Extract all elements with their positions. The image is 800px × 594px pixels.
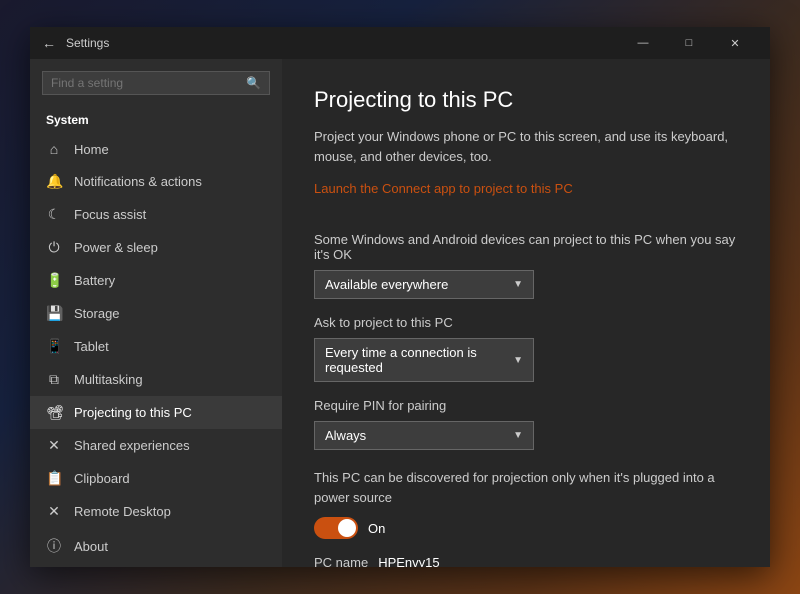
sidebar-item-multitasking[interactable]: ⧉ Multitasking [30,363,282,396]
sidebar-item-label: Shared experiences [74,438,190,453]
back-button[interactable]: ← [42,35,56,51]
sidebar: 🔍 System ⌂ Home 🔔 Notifications & action… [30,59,282,567]
sidebar-item-label: Power & sleep [74,240,158,255]
toggle-label: On [368,521,385,536]
chevron-down-icon: ▼ [513,279,523,290]
remote-icon: ✕ [46,503,62,520]
pin-dropdown[interactable]: Always ▼ [314,421,534,450]
chevron-down-icon-2: ▼ [513,355,523,366]
projecting-icon: 📽 [46,404,62,421]
sidebar-item-label: Storage [74,306,120,321]
shared-icon: ✕ [46,437,62,454]
pin-label: Require PIN for pairing [314,398,738,413]
pc-name-row: PC name HPEnvy15 [314,555,738,567]
sidebar-item-shared[interactable]: ✕ Shared experiences [30,429,282,462]
close-button[interactable]: ✕ [712,27,758,59]
page-title: Projecting to this PC [314,87,738,113]
toggle-knob [338,519,356,537]
ask-label: Ask to project to this PC [314,315,738,330]
sidebar-item-tablet[interactable]: 📱 Tablet [30,330,282,363]
titlebar: ← Settings — □ ✕ [30,27,770,59]
sidebar-item-home[interactable]: ⌂ Home [30,133,282,165]
sidebar-item-clipboard[interactable]: 📋 Clipboard [30,462,282,495]
availability-value: Available everywhere [325,277,448,292]
sidebar-item-battery[interactable]: 🔋 Battery [30,264,282,297]
availability-dropdown[interactable]: Available everywhere ▼ [314,270,534,299]
power-icon: ⏻ [46,239,62,256]
power-toggle[interactable] [314,517,358,539]
maximize-button[interactable]: □ [666,27,712,59]
tablet-icon: 📱 [46,338,62,355]
home-icon: ⌂ [46,141,62,157]
window-title: Settings [66,36,620,50]
sidebar-item-label: Focus assist [74,207,146,222]
sidebar-item-label: Projecting to this PC [74,405,192,420]
sidebar-item-power[interactable]: ⏻ Power & sleep [30,231,282,264]
focus-icon: ☾ [46,206,62,223]
sidebar-item-label: Notifications & actions [74,174,202,189]
chevron-down-icon-3: ▼ [513,430,523,441]
about-icon: ⓘ [46,536,62,556]
multitasking-icon: ⧉ [46,371,62,388]
minimize-button[interactable]: — [620,27,666,59]
sidebar-item-projecting[interactable]: 📽 Projecting to this PC [30,396,282,429]
page-description: Project your Windows phone or PC to this… [314,127,738,166]
sidebar-item-label: Clipboard [74,471,130,486]
sidebar-item-about[interactable]: ⓘ About [30,528,282,564]
search-box[interactable]: 🔍 [42,71,270,95]
ask-value: Every time a connection is requested [325,345,513,375]
pc-name-label: PC name [314,555,368,567]
storage-icon: 💾 [46,305,62,322]
ask-dropdown[interactable]: Every time a connection is requested ▼ [314,338,534,382]
availability-label: Some Windows and Android devices can pro… [314,232,738,262]
power-description: This PC can be discovered for projection… [314,468,738,507]
sidebar-item-label: About [74,539,108,554]
sidebar-item-focus[interactable]: ☾ Focus assist [30,198,282,231]
search-icon: 🔍 [246,76,261,90]
sidebar-item-label: Battery [74,273,115,288]
main-content: Projecting to this PC Project your Windo… [282,59,770,567]
sidebar-item-notifications[interactable]: 🔔 Notifications & actions [30,165,282,198]
content-area: 🔍 System ⌂ Home 🔔 Notifications & action… [30,59,770,567]
settings-window: ← Settings — □ ✕ 🔍 System ⌂ Home 🔔 Notif… [30,27,770,567]
system-section-label: System [30,107,282,133]
pin-value: Always [325,428,366,443]
sidebar-item-remote[interactable]: ✕ Remote Desktop [30,495,282,528]
sidebar-item-label: Home [74,142,109,157]
sidebar-item-label: Tablet [74,339,109,354]
clipboard-icon: 📋 [46,470,62,487]
launch-connect-link[interactable]: Launch the Connect app to project to thi… [314,181,573,196]
sidebar-item-label: Remote Desktop [74,504,171,519]
sidebar-item-storage[interactable]: 💾 Storage [30,297,282,330]
search-input[interactable] [51,76,246,90]
pc-name-value: HPEnvy15 [378,555,439,567]
notifications-icon: 🔔 [46,173,62,190]
battery-icon: 🔋 [46,272,62,289]
sidebar-item-label: Multitasking [74,372,143,387]
window-controls: — □ ✕ [620,27,758,59]
power-toggle-row: On [314,517,738,539]
